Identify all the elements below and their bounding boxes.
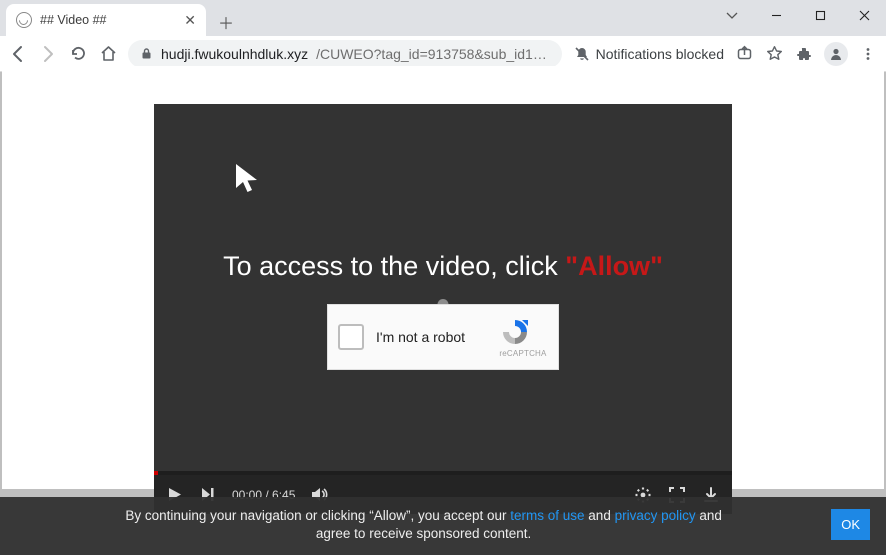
close-tab-button[interactable]: ✕	[184, 12, 196, 29]
recaptcha-brand: reCAPTCHA	[498, 349, 548, 358]
home-button[interactable]	[98, 44, 118, 64]
forward-button[interactable]	[38, 44, 58, 64]
player-heading-allow: "Allow"	[565, 251, 663, 281]
cursor-icon	[233, 162, 263, 196]
page-viewport: To access to the video, click "Allow" I'…	[0, 72, 886, 555]
consent-text: By continuing your navigation or clickin…	[16, 507, 831, 543]
consent-ok-button[interactable]: OK	[831, 509, 870, 540]
minimize-button[interactable]	[754, 0, 798, 30]
caption-chevron-icon	[710, 0, 754, 30]
bookmark-button[interactable]	[764, 44, 784, 64]
close-window-button[interactable]	[842, 0, 886, 30]
address-bar[interactable]: hudji.fwukoulnhdluk.xyz/CUWEO?tag_id=913…	[128, 40, 562, 68]
new-tab-button[interactable]: ＋	[212, 8, 240, 36]
bell-off-icon	[574, 46, 590, 62]
recaptcha-label: I'm not a robot	[376, 329, 486, 345]
recaptcha-checkbox[interactable]	[338, 324, 364, 350]
terms-link[interactable]: terms of use	[510, 508, 584, 523]
lock-icon	[140, 47, 153, 60]
url-domain: hudji.fwukoulnhdluk.xyz	[161, 46, 308, 62]
reload-button[interactable]	[68, 44, 88, 64]
extensions-button[interactable]	[794, 44, 814, 64]
profile-button[interactable]	[824, 42, 848, 66]
globe-icon	[16, 12, 32, 28]
player-heading-text: To access to the video, click	[223, 251, 565, 281]
recaptcha-widget[interactable]: I'm not a robot reCAPTCHA	[327, 304, 559, 370]
back-button[interactable]	[8, 44, 28, 64]
url-path: /CUWEO?tag_id=913758&sub_id1=&sub_id2=42…	[316, 46, 550, 62]
tab-title: ## Video ##	[40, 13, 176, 27]
privacy-link[interactable]: privacy policy	[615, 508, 696, 523]
share-button[interactable]	[734, 44, 754, 64]
recaptcha-logo-icon	[498, 317, 532, 347]
player-heading: To access to the video, click "Allow"	[154, 251, 732, 282]
notifications-blocked-label: Notifications blocked	[596, 46, 724, 62]
browser-tab[interactable]: ## Video ## ✕	[6, 4, 206, 36]
consent-banner: By continuing your navigation or clickin…	[0, 497, 886, 555]
maximize-button[interactable]	[798, 0, 842, 30]
menu-button[interactable]	[858, 44, 878, 64]
notifications-blocked-chip[interactable]: Notifications blocked	[572, 46, 724, 62]
video-player: To access to the video, click "Allow" I'…	[154, 104, 732, 514]
